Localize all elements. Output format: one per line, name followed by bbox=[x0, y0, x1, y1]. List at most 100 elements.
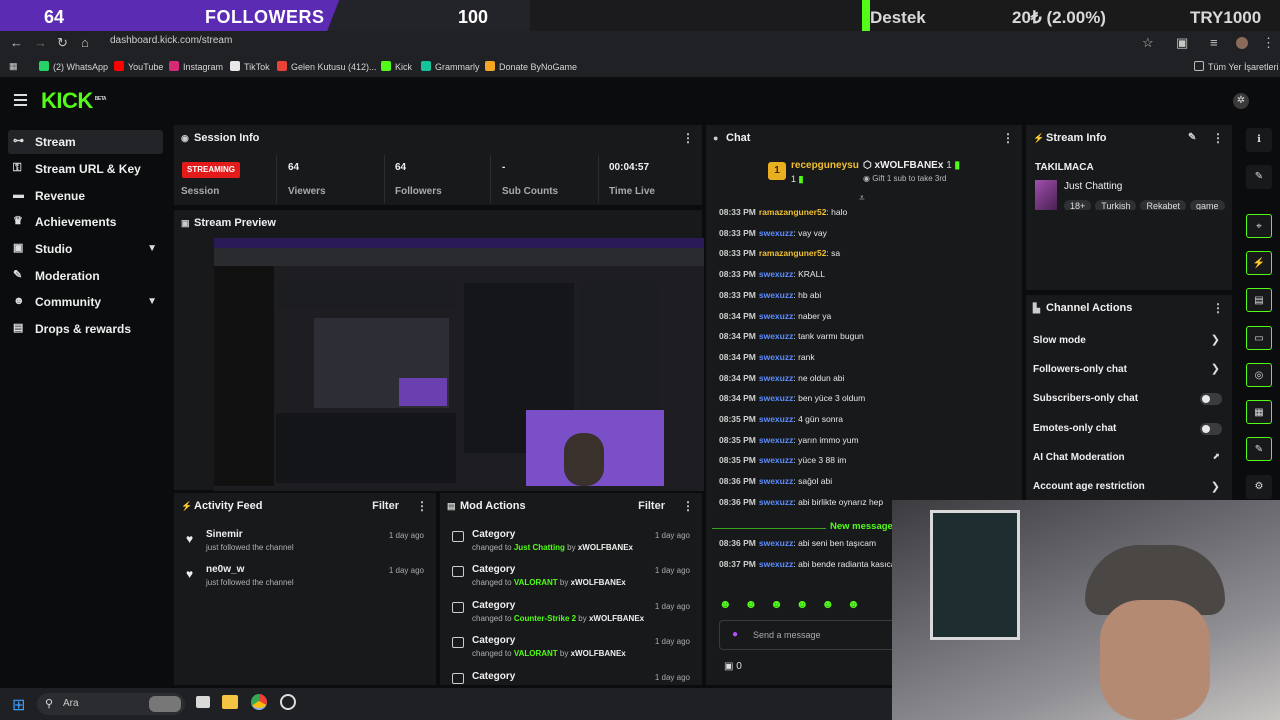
forward-icon[interactable]: → bbox=[34, 35, 47, 50]
document-icon[interactable]: ▤ bbox=[1246, 288, 1272, 312]
chat-message-user[interactable]: swexuzz bbox=[759, 331, 794, 341]
sidebar-item-moderation[interactable]: ✎ Moderation bbox=[8, 264, 163, 288]
file-explorer-icon[interactable] bbox=[222, 695, 238, 709]
chat-message-user[interactable]: swexuzz bbox=[759, 311, 794, 321]
chat-message-user[interactable]: swexuzz bbox=[759, 269, 794, 279]
task-view-icon[interactable] bbox=[196, 696, 210, 708]
more-icon[interactable]: ⋮ bbox=[1262, 35, 1275, 51]
bookmark-youtube[interactable]: YouTube bbox=[114, 61, 163, 72]
edit-pencil-icon[interactable]: ✎ bbox=[1188, 125, 1196, 151]
reload-icon[interactable]: ↻ bbox=[57, 35, 68, 51]
more-options-icon[interactable]: ⋮ bbox=[1212, 125, 1224, 151]
chat-message-user[interactable]: swexuzz bbox=[759, 290, 794, 300]
account-age-option[interactable]: Account age restriction bbox=[1033, 481, 1145, 492]
all-bookmarks[interactable]: Tüm Yer İşaretleri bbox=[1194, 61, 1279, 72]
bookmark-whatsapp[interactable]: (2) WhatsApp bbox=[39, 61, 108, 72]
chat-message-user[interactable]: swexuzz bbox=[759, 393, 794, 403]
sidebar-item-stream[interactable]: ⊶ Stream bbox=[8, 130, 163, 154]
mod-filter-button[interactable]: Filter bbox=[638, 493, 665, 519]
mod-action-item: Category changed to Counter-Strike 2 by … bbox=[440, 600, 702, 636]
subs-label: Sub Counts bbox=[502, 186, 559, 197]
activity-user[interactable]: Sinemir bbox=[206, 529, 243, 540]
chat-message-user[interactable]: swexuzz bbox=[759, 228, 794, 238]
sidebar-item-community[interactable]: ☻ Community ▼ bbox=[8, 290, 163, 314]
sidebar-item-studio[interactable]: ▣ Studio ▼ bbox=[8, 237, 163, 261]
leaderboard-user[interactable]: recepguneysu bbox=[791, 160, 859, 171]
chevron-right-icon[interactable]: ❯ bbox=[1211, 480, 1220, 493]
sidebar-item-revenue[interactable]: ▬ Revenue bbox=[8, 184, 163, 208]
more-options-icon[interactable]: ⋮ bbox=[682, 125, 694, 151]
broadcast-icon[interactable]: ◎ bbox=[1246, 363, 1272, 387]
more-options-icon[interactable]: ⋮ bbox=[682, 493, 694, 519]
obs-icon[interactable] bbox=[280, 694, 296, 710]
chat-message-user[interactable]: swexuzz bbox=[759, 373, 794, 383]
chrome-icon[interactable] bbox=[251, 694, 267, 710]
chat-message-user[interactable]: swexuzz bbox=[759, 559, 794, 569]
collapse-chevron-icon[interactable]: ⩡ bbox=[859, 193, 865, 204]
gifter-user[interactable]: ⬡ xWOLFBANEx 1 ▮ bbox=[863, 160, 960, 171]
followers-only-option[interactable]: Followers-only chat bbox=[1033, 364, 1127, 375]
chat-message-user[interactable]: swexuzz bbox=[759, 476, 794, 486]
mod-action-time: 1 day ago bbox=[654, 602, 690, 611]
chat-message-user[interactable]: swexuzz bbox=[759, 538, 794, 548]
crosshair-icon[interactable]: ⌖ bbox=[1246, 214, 1272, 238]
home-icon[interactable]: ⌂ bbox=[81, 35, 89, 50]
bookmark-gmail[interactable]: Gelen Kutusu (412)... bbox=[277, 61, 377, 72]
kick-logo[interactable]: KICK BETA bbox=[41, 88, 107, 114]
user-avatar[interactable]: ✲ bbox=[1233, 93, 1249, 109]
extensions-icon[interactable]: ▣ bbox=[1176, 35, 1188, 51]
activity-filter-button[interactable]: Filter bbox=[372, 493, 399, 519]
hamburger-menu-icon[interactable] bbox=[14, 94, 27, 106]
bookmark-donate[interactable]: Donate ByNoGame bbox=[485, 61, 577, 72]
apps-grid-icon[interactable]: ▦ bbox=[9, 61, 18, 72]
activity-user[interactable]: ne0w_w bbox=[206, 564, 244, 575]
more-options-icon[interactable]: ⋮ bbox=[416, 493, 428, 519]
chat-message-user[interactable]: swexuzz bbox=[759, 435, 794, 445]
viewers-label: Viewers bbox=[288, 186, 326, 197]
chevron-right-icon[interactable]: ❯ bbox=[1211, 333, 1220, 346]
profile-avatar[interactable] bbox=[1236, 37, 1248, 49]
chat-message-time: 08:36 PM bbox=[719, 496, 756, 507]
bookmark-instagram[interactable]: Instagram bbox=[169, 61, 223, 72]
ai-chat-moderation-option[interactable]: AI Chat Moderation bbox=[1033, 452, 1125, 463]
wrench-icon[interactable]: ✎ bbox=[1246, 437, 1272, 461]
chat-message-user[interactable]: swexuzz bbox=[759, 414, 794, 424]
chat-message-user[interactable]: swexuzz bbox=[759, 497, 794, 507]
edit-icon[interactable]: ✎ bbox=[1246, 165, 1272, 189]
sidebar-item-stream-url-key[interactable]: ⚿ Stream URL & Key bbox=[8, 157, 163, 181]
chat-message-user[interactable]: swexuzz bbox=[759, 455, 794, 465]
activity-item: ♥ ne0w_w just followed the channel 1 day… bbox=[174, 564, 436, 600]
back-icon[interactable]: ← bbox=[10, 35, 23, 50]
lightning-icon[interactable]: ⚡ bbox=[1246, 251, 1272, 275]
chat-icon[interactable]: ▭ bbox=[1246, 326, 1272, 350]
url-field[interactable]: dashboard.kick.com/stream bbox=[110, 35, 1150, 51]
stream-preview-video[interactable] bbox=[214, 238, 704, 491]
emote-bar[interactable]: ☻☻☻☻☻☻ bbox=[719, 597, 894, 615]
channel-actions-panel: ▙ Channel Actions ⋮ Slow mode ❯ Followers-o… bbox=[1026, 295, 1232, 500]
info-icon[interactable]: ℹ bbox=[1246, 128, 1272, 152]
sidebar-item-achievements[interactable]: ♛ Achievements bbox=[8, 210, 163, 234]
gift-prompt[interactable]: ◉ Gift 1 sub to take 3rd bbox=[863, 174, 946, 183]
taskbar-search[interactable]: ⚲ Ara bbox=[37, 693, 185, 715]
subscribers-only-toggle[interactable] bbox=[1200, 393, 1222, 405]
chat-message-user[interactable]: ramazanguner52 bbox=[759, 248, 827, 258]
windows-start-icon[interactable]: ⊞ bbox=[12, 695, 25, 715]
chat-input[interactable]: ● Send a message bbox=[719, 620, 909, 650]
menu-list-icon[interactable]: ≡ bbox=[1210, 35, 1218, 50]
chevron-right-icon[interactable]: ❯ bbox=[1211, 362, 1220, 375]
bookmark-grammarly[interactable]: Grammarly bbox=[421, 61, 480, 72]
microphone-icon[interactable]: ● bbox=[732, 629, 738, 640]
more-options-icon[interactable]: ⋮ bbox=[1212, 295, 1224, 321]
bookmark-kick[interactable]: Kick bbox=[381, 61, 412, 72]
more-options-icon[interactable]: ⋮ bbox=[1002, 125, 1014, 151]
slow-mode-option[interactable]: Slow mode bbox=[1033, 335, 1086, 346]
layout-icon[interactable]: ▦ bbox=[1246, 400, 1272, 424]
stream-category[interactable]: Just Chatting bbox=[1064, 181, 1122, 192]
chat-message-user[interactable]: swexuzz bbox=[759, 352, 794, 362]
emotes-only-toggle[interactable] bbox=[1200, 423, 1222, 435]
sidebar-item-drops-rewards[interactable]: ▤ Drops & rewards bbox=[8, 317, 163, 341]
external-link-icon[interactable]: ⬈ bbox=[1212, 451, 1220, 462]
settings-icon[interactable]: ⚙ bbox=[1246, 475, 1272, 499]
chat-message-user[interactable]: ramazanguner52 bbox=[759, 207, 827, 217]
bookmark-tiktok[interactable]: TikTok bbox=[230, 61, 270, 72]
